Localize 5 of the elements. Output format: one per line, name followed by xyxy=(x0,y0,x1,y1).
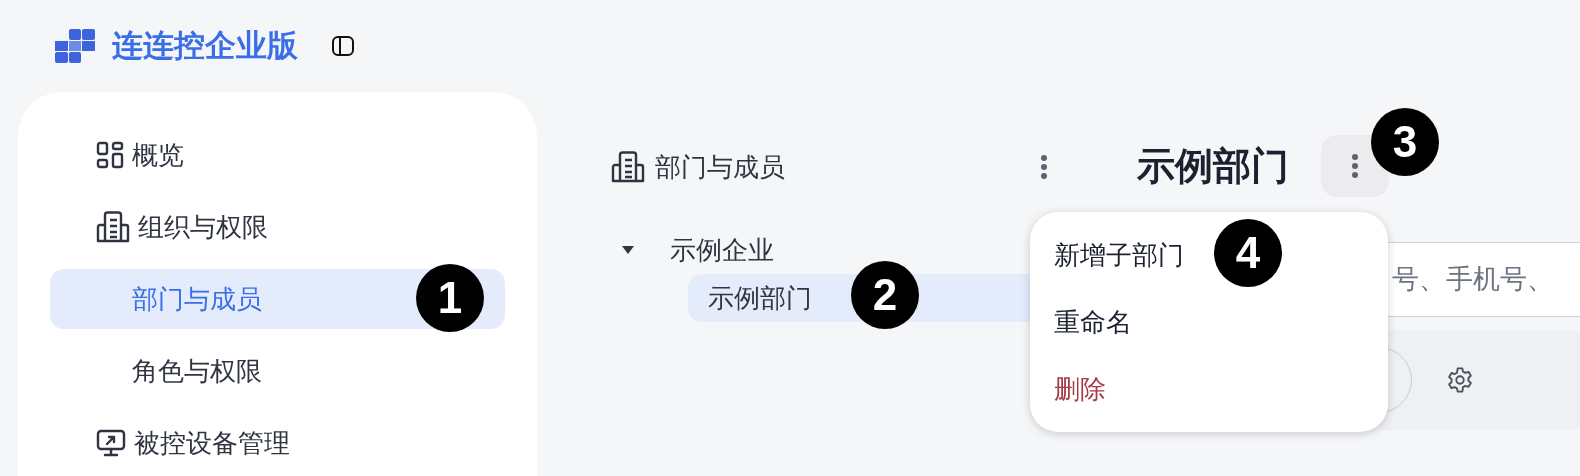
step-badge: 3 xyxy=(1371,108,1439,176)
app-title: 连连控企业版 xyxy=(112,27,298,65)
panel-title: 部门与成员 xyxy=(655,150,786,184)
step-badge: 2 xyxy=(851,261,919,329)
department-title: 示例部门 xyxy=(1137,143,1289,189)
